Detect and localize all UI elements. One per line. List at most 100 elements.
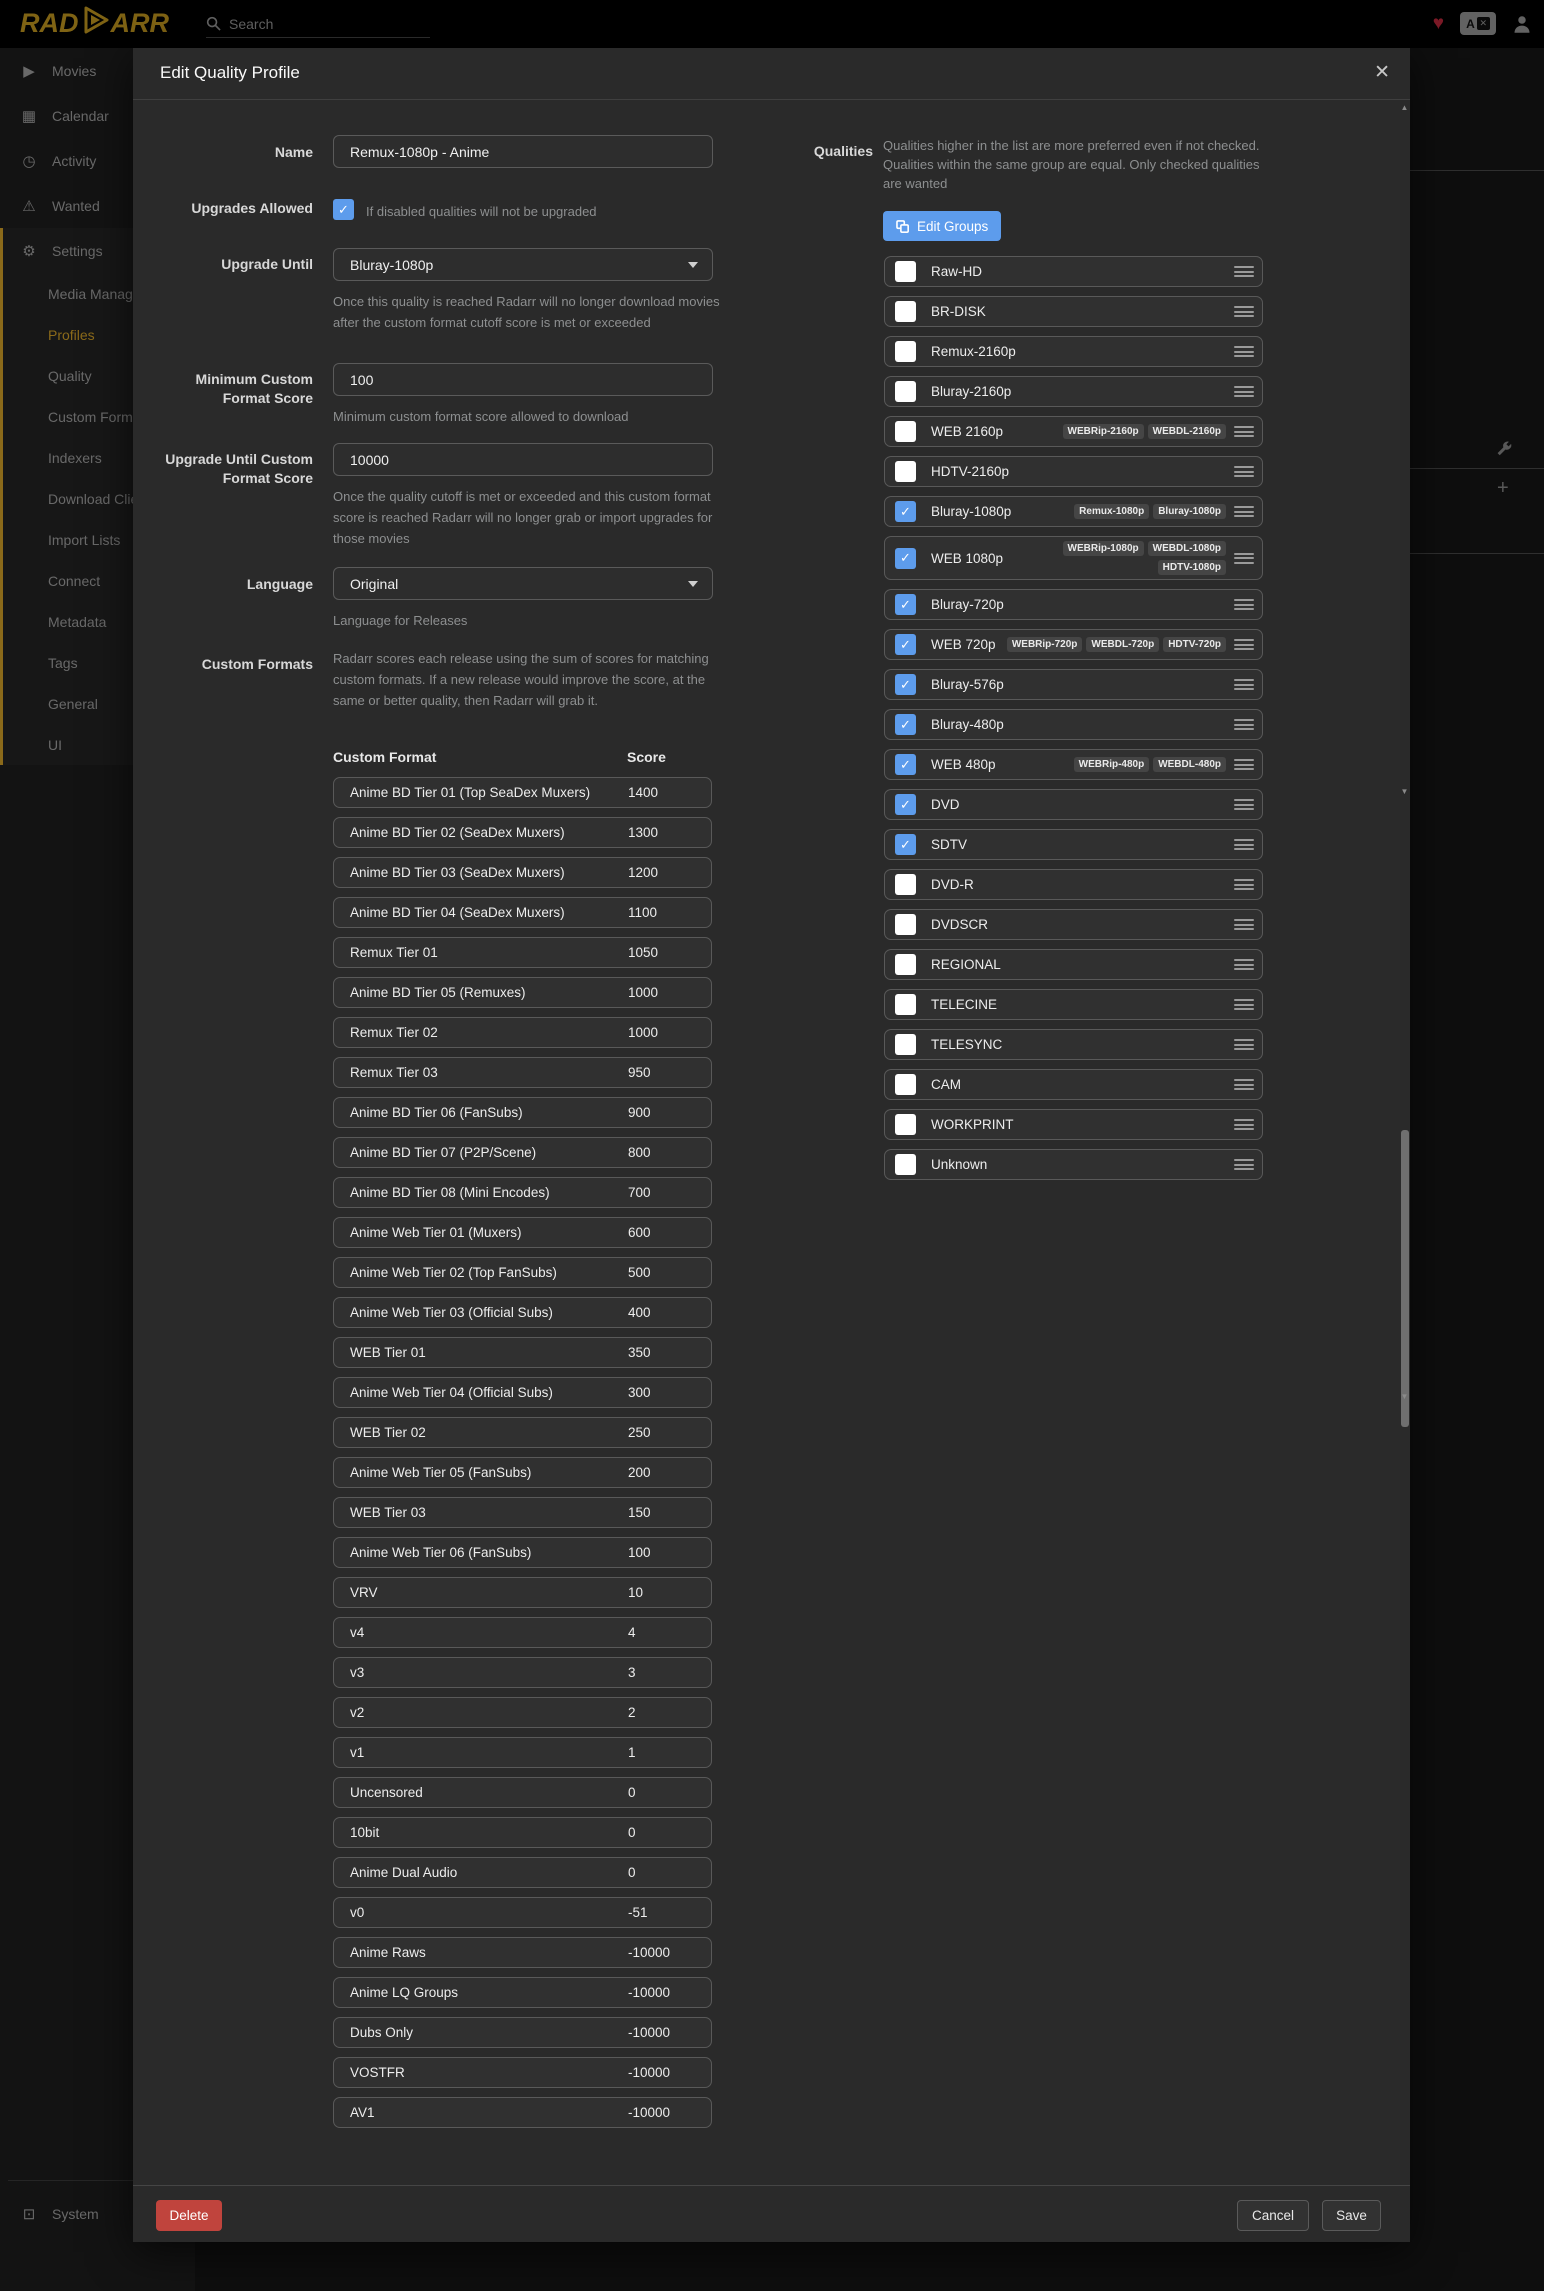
modal-header: Edit Quality Profile ✕ xyxy=(133,48,1410,100)
upgrades-allowed-checkbox[interactable]: ✓ xyxy=(333,199,354,220)
drag-handle-icon[interactable] xyxy=(1234,1079,1254,1090)
quality-row[interactable]: Raw-HD xyxy=(884,256,1263,287)
name-input[interactable]: Remux-1080p - Anime xyxy=(333,135,713,168)
until-cfs-input[interactable]: 10000 xyxy=(333,443,713,476)
quality-checkbox[interactable]: ✓ xyxy=(895,834,916,855)
quality-checkbox[interactable]: ✓ xyxy=(895,501,916,522)
drag-handle-icon[interactable] xyxy=(1234,639,1254,650)
quality-checkbox[interactable]: ✓ xyxy=(895,548,916,569)
drag-handle-icon[interactable] xyxy=(1234,679,1254,690)
quality-row[interactable]: ✓ Bluray-480p xyxy=(884,709,1263,740)
drag-handle-icon[interactable] xyxy=(1234,386,1254,397)
custom-format-score: 0 xyxy=(628,1865,636,1880)
quality-checkbox[interactable]: ✓ xyxy=(895,634,916,655)
drag-handle-icon[interactable] xyxy=(1234,799,1254,810)
cancel-button[interactable]: Cancel xyxy=(1237,2200,1309,2231)
close-icon[interactable]: ✕ xyxy=(1374,61,1390,84)
quality-row[interactable]: WEB 2160p WEBRip-2160pWEBDL-2160p xyxy=(884,416,1263,447)
quality-checkbox[interactable]: ✓ xyxy=(895,754,916,775)
quality-row[interactable]: HDTV-2160p xyxy=(884,456,1263,487)
language-select[interactable]: Original xyxy=(333,567,713,600)
quality-checkbox[interactable] xyxy=(895,301,916,322)
custom-formats-label: Custom Formats xyxy=(153,655,313,674)
quality-row[interactable]: ✓ SDTV xyxy=(884,829,1263,860)
quality-row[interactable]: ✓ WEB 1080p WEBRip-1080pWEBDL-1080pHDTV-… xyxy=(884,536,1263,580)
quality-checkbox[interactable] xyxy=(895,874,916,895)
quality-checkbox[interactable]: ✓ xyxy=(895,714,916,735)
quality-row[interactable]: ✓ Bluray-1080p Remux-1080pBluray-1080p xyxy=(884,496,1263,527)
quality-checkbox[interactable] xyxy=(895,421,916,442)
quality-checkbox[interactable] xyxy=(895,261,916,282)
drag-handle-icon[interactable] xyxy=(1234,1039,1254,1050)
drag-handle-icon[interactable] xyxy=(1234,759,1254,770)
quality-row[interactable]: ✓ Bluray-576p xyxy=(884,669,1263,700)
quality-checkbox[interactable] xyxy=(895,341,916,362)
quality-badge: WEBDL-2160p xyxy=(1148,424,1226,439)
drag-handle-icon[interactable] xyxy=(1234,426,1254,437)
quality-row[interactable]: DVDSCR xyxy=(884,909,1263,940)
quality-checkbox[interactable]: ✓ xyxy=(895,674,916,695)
drag-handle-icon[interactable] xyxy=(1234,999,1254,1010)
quality-checkbox[interactable] xyxy=(895,1114,916,1135)
quality-row[interactable]: Unknown xyxy=(884,1149,1263,1180)
quality-row[interactable]: CAM xyxy=(884,1069,1263,1100)
quality-checkbox[interactable]: ✓ xyxy=(895,794,916,815)
drag-handle-icon[interactable] xyxy=(1234,959,1254,970)
quality-row[interactable]: DVD-R xyxy=(884,869,1263,900)
custom-format-score: 1000 xyxy=(628,985,658,1000)
quality-checkbox[interactable] xyxy=(895,914,916,935)
quality-row[interactable]: BR-DISK xyxy=(884,296,1263,327)
custom-format-name: Remux Tier 03 xyxy=(334,1065,438,1080)
quality-row[interactable]: WORKPRINT xyxy=(884,1109,1263,1140)
modal-scrollbar-thumb[interactable] xyxy=(1401,1130,1409,1427)
drag-handle-icon[interactable] xyxy=(1234,1119,1254,1130)
drag-handle-icon[interactable] xyxy=(1234,599,1254,610)
quality-checkbox[interactable] xyxy=(895,1074,916,1095)
drag-handle-icon[interactable] xyxy=(1234,346,1254,357)
quality-row[interactable]: ✓ WEB 720p WEBRip-720pWEBDL-720pHDTV-720… xyxy=(884,629,1263,660)
min-cfs-input[interactable]: 100 xyxy=(333,363,713,396)
quality-checkbox[interactable] xyxy=(895,1034,916,1055)
scroll-down-arrow-icon[interactable]: ▼ xyxy=(1400,788,1409,796)
drag-handle-icon[interactable] xyxy=(1234,306,1254,317)
quality-row[interactable]: REGIONAL xyxy=(884,949,1263,980)
drag-handle-icon[interactable] xyxy=(1234,266,1254,277)
scroll-down-arrow-icon[interactable]: ▼ xyxy=(1400,1393,1409,1401)
drag-handle-icon[interactable] xyxy=(1234,506,1254,517)
quality-row[interactable]: Bluray-2160p xyxy=(884,376,1263,407)
quality-checkbox[interactable] xyxy=(895,461,916,482)
quality-checkbox[interactable] xyxy=(895,994,916,1015)
drag-handle-icon[interactable] xyxy=(1234,879,1254,890)
quality-row[interactable]: TELECINE xyxy=(884,989,1263,1020)
quality-checkbox[interactable] xyxy=(895,954,916,975)
drag-handle-icon[interactable] xyxy=(1234,553,1254,564)
quality-checkbox[interactable]: ✓ xyxy=(895,594,916,615)
custom-format-row: Anime BD Tier 01 (Top SeaDex Muxers) 140… xyxy=(333,777,712,808)
modal-footer: Delete Cancel Save xyxy=(133,2185,1410,2242)
quality-row[interactable]: TELESYNC xyxy=(884,1029,1263,1060)
custom-format-score: 150 xyxy=(628,1505,651,1520)
delete-button[interactable]: Delete xyxy=(156,2200,222,2231)
drag-handle-icon[interactable] xyxy=(1234,919,1254,930)
save-button[interactable]: Save xyxy=(1322,2200,1381,2231)
min-cfs-label: Minimum Custom Format Score xyxy=(153,370,313,408)
quality-row[interactable]: ✓ WEB 480p WEBRip-480pWEBDL-480p xyxy=(884,749,1263,780)
quality-checkbox[interactable] xyxy=(895,381,916,402)
quality-label: WEB 480p xyxy=(931,757,996,772)
qualities-label: Qualities xyxy=(693,142,873,161)
quality-row[interactable]: ✓ Bluray-720p xyxy=(884,589,1263,620)
scroll-up-arrow-icon[interactable]: ▲ xyxy=(1400,104,1409,112)
quality-row[interactable]: ✓ DVD xyxy=(884,789,1263,820)
custom-format-name: Anime BD Tier 07 (P2P/Scene) xyxy=(334,1145,536,1160)
edit-groups-button[interactable]: Edit Groups xyxy=(883,211,1001,241)
custom-format-name: v3 xyxy=(334,1665,364,1680)
drag-handle-icon[interactable] xyxy=(1234,1159,1254,1170)
drag-handle-icon[interactable] xyxy=(1234,719,1254,730)
custom-format-score: 400 xyxy=(628,1305,651,1320)
drag-handle-icon[interactable] xyxy=(1234,839,1254,850)
upgrade-until-select[interactable]: Bluray-1080p xyxy=(333,248,713,281)
quality-checkbox[interactable] xyxy=(895,1154,916,1175)
quality-row[interactable]: Remux-2160p xyxy=(884,336,1263,367)
drag-handle-icon[interactable] xyxy=(1234,466,1254,477)
quality-badge: WEBDL-720p xyxy=(1086,637,1159,652)
